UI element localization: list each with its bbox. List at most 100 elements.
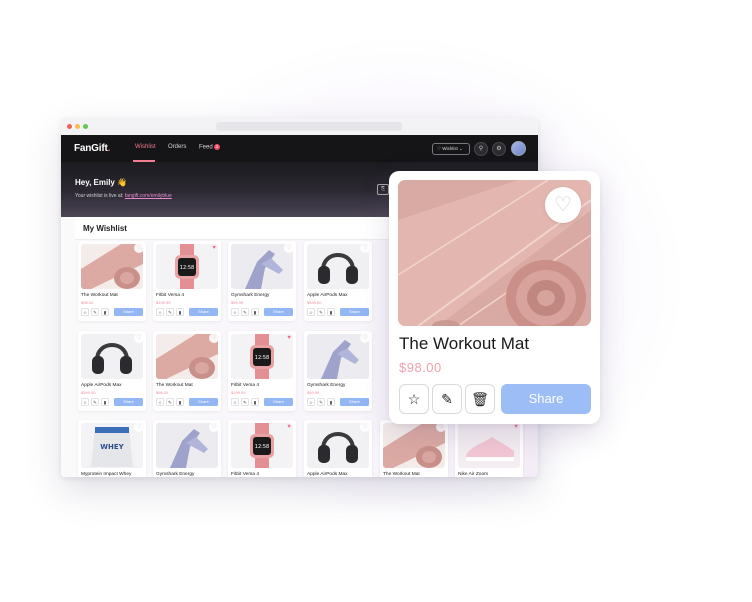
product-card[interactable]: ♡ Gymshark Energy $59.99 ☆ ✎ ▮ Share bbox=[228, 241, 296, 321]
trash-icon[interactable]: ▮ bbox=[101, 398, 109, 406]
share-button[interactable]: Share bbox=[189, 398, 218, 406]
card-actions: ☆ ✎ ▮ Share bbox=[307, 398, 369, 406]
product-card[interactable]: ♡Gymshark Energy☆✎▮Share bbox=[153, 420, 221, 477]
product-card[interactable]: ♥Nike Air Zoom☆✎▮Share bbox=[455, 420, 523, 477]
product-popup-card: ♡ The Workout Mat $98.00 ☆ ✎ 🗑 Share bbox=[389, 171, 600, 424]
share-button[interactable]: Share bbox=[114, 398, 143, 406]
share-button[interactable]: Share bbox=[264, 308, 293, 316]
share-button[interactable]: Share bbox=[114, 308, 143, 316]
product-name: Nike Air Zoom bbox=[458, 472, 489, 477]
product-name: Apple AirPods Max bbox=[307, 293, 348, 298]
heart-icon[interactable]: ♥ bbox=[209, 243, 219, 253]
avatar[interactable] bbox=[511, 141, 526, 156]
heart-icon[interactable]: ♡ bbox=[134, 333, 144, 343]
star-icon[interactable]: ☆ bbox=[156, 308, 164, 316]
product-image: 12:58 bbox=[156, 244, 218, 289]
edit-pencil-icon[interactable]: ✎ bbox=[91, 398, 99, 406]
product-name: The Workout Mat bbox=[156, 383, 193, 388]
share-button[interactable]: Share bbox=[264, 398, 293, 406]
edit-pencil-icon[interactable]: ✎ bbox=[317, 398, 325, 406]
trash-icon[interactable]: ▮ bbox=[176, 398, 184, 406]
nav-wishlist[interactable]: Wishlist bbox=[135, 144, 156, 150]
product-card[interactable]: ♡ Apple AirPods Max $549.00 ☆ ✎ ▮ Share bbox=[78, 331, 146, 411]
star-icon[interactable]: ☆ bbox=[81, 398, 89, 406]
trash-icon[interactable]: ▮ bbox=[327, 308, 335, 316]
star-icon[interactable]: ☆ bbox=[399, 384, 429, 414]
product-card[interactable]: 12:58 ♥ Fitbit Versa 4 $199.95 ☆ ✎ ▮ Share bbox=[153, 241, 221, 321]
card-actions: ☆ ✎ ▮ Share bbox=[81, 308, 143, 316]
edit-pencil-icon[interactable]: ✎ bbox=[241, 308, 249, 316]
edit-pencil-icon[interactable]: ✎ bbox=[241, 398, 249, 406]
edit-pencil-icon[interactable]: ✎ bbox=[166, 398, 174, 406]
product-name: Gymshark Energy bbox=[231, 293, 270, 298]
trash-icon[interactable]: ▮ bbox=[251, 308, 259, 316]
product-card[interactable]: 12:58 ♥ Fitbit Versa 4 $199.95 ☆ ✎ ▮ Share bbox=[228, 331, 296, 411]
product-card[interactable]: ♡ The Workout Mat $98.00 ☆ ✎ ▮ Share bbox=[78, 241, 146, 321]
svg-text:12:58: 12:58 bbox=[255, 355, 269, 361]
star-icon[interactable]: ☆ bbox=[231, 398, 239, 406]
edit-pencil-icon[interactable]: ✎ bbox=[166, 308, 174, 316]
wishlist-live-text: Your wishlist is live at: fangift.com/em… bbox=[75, 193, 172, 199]
trash-icon[interactable]: ▮ bbox=[327, 398, 335, 406]
svg-text:12:58: 12:58 bbox=[180, 265, 194, 271]
star-icon[interactable]: ☆ bbox=[156, 398, 164, 406]
star-icon[interactable]: ☆ bbox=[307, 398, 315, 406]
wishlist-select[interactable]: ♡ Wishlist ⌄ bbox=[432, 143, 470, 155]
heart-icon[interactable]: ♡ bbox=[134, 243, 144, 253]
edit-pencil-icon[interactable]: ✎ bbox=[432, 384, 462, 414]
nav-orders[interactable]: Orders bbox=[168, 144, 186, 150]
popup-share-button[interactable]: Share bbox=[501, 384, 591, 414]
share-button[interactable]: Share bbox=[189, 308, 218, 316]
edit-pencil-icon[interactable]: ✎ bbox=[317, 308, 325, 316]
card-actions: ☆ ✎ ▮ Share bbox=[231, 308, 293, 316]
edit-pencil-icon[interactable]: ✎ bbox=[91, 308, 99, 316]
wishlist-title: My Wishlist bbox=[83, 224, 127, 233]
trash-icon[interactable]: ▮ bbox=[251, 398, 259, 406]
product-card[interactable]: WHEY♡Myprotein Impact Whey☆✎▮Share bbox=[78, 420, 146, 477]
card-actions: ☆ ✎ ▮ Share bbox=[231, 398, 293, 406]
card-actions: ☆ ✎ ▮ Share bbox=[81, 398, 143, 406]
settings-icon[interactable]: ⚙ bbox=[492, 142, 506, 156]
star-icon[interactable]: ☆ bbox=[231, 308, 239, 316]
product-price: $98.00 bbox=[81, 300, 94, 305]
trash-icon[interactable]: ▮ bbox=[176, 308, 184, 316]
minimize-dot[interactable] bbox=[75, 124, 80, 129]
heart-icon[interactable]: ♡ bbox=[209, 333, 219, 343]
star-icon[interactable]: ☆ bbox=[307, 308, 315, 316]
wishlist-link[interactable]: fangift.com/emilyblue bbox=[125, 193, 172, 199]
heart-icon[interactable]: ♡ bbox=[545, 187, 581, 223]
nav-feed[interactable]: Feed 3 bbox=[199, 144, 220, 151]
star-icon[interactable]: ☆ bbox=[81, 308, 89, 316]
heart-icon[interactable]: ♡ bbox=[360, 243, 370, 253]
product-card[interactable]: ♡The Workout Mat☆✎▮Share bbox=[380, 420, 448, 477]
share-button[interactable]: Share bbox=[340, 398, 369, 406]
url-bar[interactable] bbox=[216, 122, 402, 131]
product-image bbox=[156, 334, 218, 379]
trash-icon[interactable]: 🗑 bbox=[465, 384, 495, 414]
heart-icon[interactable]: ♡ bbox=[134, 422, 144, 432]
product-card[interactable]: 12:58♥Fitbit Versa 4☆✎▮Share bbox=[228, 420, 296, 477]
popup-product-price: $98.00 bbox=[399, 360, 442, 375]
product-card[interactable]: ♡ The Workout Mat $98.00 ☆ ✎ ▮ Share bbox=[153, 331, 221, 411]
product-price: $199.95 bbox=[156, 300, 171, 305]
heart-icon[interactable]: ♡ bbox=[284, 243, 294, 253]
add-user-icon[interactable]: ⚲ bbox=[474, 142, 488, 156]
share-button[interactable]: Share bbox=[340, 308, 369, 316]
heart-icon[interactable]: ♡ bbox=[360, 333, 370, 343]
product-card[interactable]: ♡ Apple AirPods Max $549.00 ☆ ✎ ▮ Share bbox=[304, 241, 372, 321]
share-link-icon[interactable]: ⎘ bbox=[377, 184, 389, 195]
product-card[interactable]: ♡Apple AirPods Max☆✎▮Share bbox=[304, 420, 372, 477]
heart-icon[interactable]: ♡ bbox=[360, 422, 370, 432]
heart-icon[interactable]: ♥ bbox=[284, 333, 294, 343]
product-image bbox=[81, 334, 143, 379]
close-dot[interactable] bbox=[67, 124, 72, 129]
product-image bbox=[307, 423, 369, 468]
maximize-dot[interactable] bbox=[83, 124, 88, 129]
svg-text:WHEY: WHEY bbox=[100, 443, 124, 451]
heart-icon[interactable]: ♥ bbox=[284, 422, 294, 432]
product-card[interactable]: ♡ Gymshark Energy $59.99 ☆ ✎ ▮ Share bbox=[304, 331, 372, 411]
product-price: $98.00 bbox=[156, 390, 169, 395]
heart-icon[interactable]: ♡ bbox=[209, 422, 219, 432]
trash-icon[interactable]: ▮ bbox=[101, 308, 109, 316]
fangift-logo[interactable]: FanGift. bbox=[74, 143, 110, 154]
